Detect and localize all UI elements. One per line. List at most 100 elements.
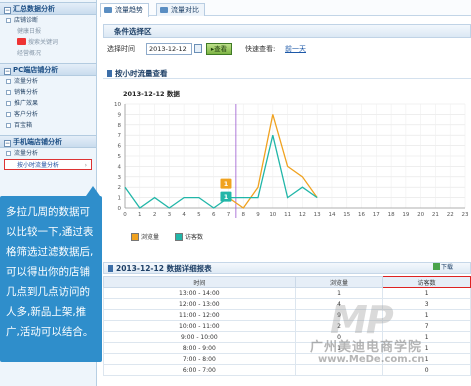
cell-pv [294,364,384,376]
cell-pv: 1 [294,287,384,299]
sidebar-section-title: 汇总数据分析 [13,5,55,13]
watermark-url: www.MeDe.com.cn [318,354,425,365]
calendar-icon[interactable] [194,44,202,53]
cell-uv: 1 [382,309,471,321]
x-tick-label: 22 [447,212,454,218]
x-tick-label: 12 [299,212,306,218]
x-tick-label: 13 [314,212,321,218]
section-bar-icon [107,70,112,77]
sidebar-item-label: 店铺诊断 [14,17,39,24]
column-header-uv[interactable]: 访客数 [382,276,471,288]
x-tick-label: 15 [343,212,350,218]
sidebar-section-title: PC端店铺分析 [13,66,59,74]
hourly-traffic-chart[interactable]: 0123456789100 1 2 3 4 5 6 7 8 9 10 11 12 13 14 15 16 17 18… [103,96,471,246]
sidebar-item-promotion[interactable]: 推广效果 [0,98,96,109]
query-button-label: 查看 [214,45,228,53]
x-tick-label: 10 [269,212,276,218]
cell-time: 12:00 - 13:00 [103,298,296,310]
chevron-right-icon: › [84,162,87,169]
y-tick-label: 8 [118,123,122,129]
y-tick-label: 4 [118,164,122,170]
x-tick-label: 5 [197,212,201,218]
x-tick-label: 18 [388,212,395,218]
condition-header: 条件选择区 [103,24,471,38]
tab-label: 流量趋势 [115,6,143,14]
y-tick-label: 2 [118,185,122,191]
x-tick-label: 2 [153,212,157,218]
sidebar-item-customer[interactable]: 客户分析 [0,109,96,120]
x-tick-label: 20 [417,212,424,218]
sidebar-section-summary[interactable]: − 汇总数据分析 [0,2,96,15]
sidebar-section-mobile[interactable]: − 手机端店铺分析 [0,135,96,148]
callout-tail [86,186,100,196]
sidebar-item-shop-diagnosis[interactable]: 店铺诊断 [0,15,96,26]
tooltip-value: 1 [224,180,229,188]
page-icon [6,79,11,84]
chart-icon [160,7,168,13]
sidebar-item-toolbox[interactable]: 百宝箱 [0,120,96,131]
cell-time: 11:00 - 12:00 [103,309,296,321]
y-tick-label: 6 [118,144,122,150]
x-tick-label: 1 [138,212,142,218]
previous-day-link[interactable]: 前一天 [285,42,306,56]
chart-icon [104,7,112,13]
x-tick-label: 23 [462,212,469,218]
sidebar-item-label: 推广效果 [14,100,39,107]
x-tick-label: 21 [432,212,439,218]
x-tick-label: 14 [328,212,335,218]
page-icon [6,112,11,117]
sidebar-item-search-keywords[interactable]: 搜索关键词 [0,37,96,48]
y-tick-label: 1 [118,196,122,202]
x-tick-label: 6 [212,212,216,218]
x-tick-label: 17 [373,212,380,218]
quick-view-label: 快速查看: [245,45,276,53]
x-tick-label: 19 [402,212,409,218]
table-row: 13:00 - 14:00 1 1 [103,287,471,299]
x-tick-label: 8 [242,212,246,218]
sidebar-item-sales[interactable]: 销售分析 [0,87,96,98]
sidebar-item-overview[interactable]: 经营概况 [0,48,96,59]
date-input[interactable] [146,43,192,55]
legend-swatch [175,233,183,241]
cell-uv: 1 [382,287,471,299]
column-header-pv[interactable]: 浏览量 [294,276,384,288]
page-icon [6,123,11,128]
legend-label: 浏览量 [141,234,160,241]
legend-pv[interactable]: 浏览量 [131,233,159,243]
cell-uv: 3 [382,298,471,310]
query-button[interactable]: ▸查看 [206,43,232,55]
tab-label: 流量对比 [171,6,199,14]
y-tick-label: 0 [118,206,122,212]
sidebar-item-hourly-traffic[interactable]: 按小时流量分析 › [4,159,92,170]
filter-row: 选择时间 ▸查看 快速查看: 前一天 [107,42,471,56]
y-tick-label: 10 [114,102,121,108]
sidebar-item-mobile-traffic[interactable]: 流量分析 [0,148,96,159]
x-tick-label: 11 [284,212,291,218]
tab-traffic-compare[interactable]: 流量对比 [156,3,205,16]
sidebar-section-pc[interactable]: − PC端店铺分析 [0,63,96,76]
table-row: 10:00 - 11:00 2 7 [103,320,471,332]
tab-traffic-trend[interactable]: 流量趋势 [100,3,149,17]
watermark-name: 广州美迪电商学院 [310,340,423,355]
legend-swatch [131,233,139,241]
collapse-icon[interactable]: − [4,140,11,147]
sidebar-item-health-daily[interactable]: 健康日报 [0,26,96,37]
tooltip-value: 1 [224,193,229,201]
collapse-icon[interactable]: − [4,7,11,14]
sidebar-item-label: 客户分析 [14,111,39,118]
section-bar-icon [108,265,113,272]
sidebar-item-label: 销售分析 [14,89,39,96]
legend-uv[interactable]: 访客数 [175,233,203,243]
column-header-time[interactable]: 时间 [103,276,296,288]
page-icon [6,18,11,23]
cell-time: 10:00 - 11:00 [103,320,296,332]
x-tick-label: 7 [227,212,231,218]
sidebar-item-traffic[interactable]: 流量分析 [0,76,96,87]
cell-time: 8:00 - 9:00 [103,342,296,354]
download-button[interactable]: 下载 [433,262,453,271]
download-icon [433,263,440,270]
sidebar-item-label: 搜索关键词 [28,39,59,46]
sidebar-section-title: 手机端店铺分析 [13,138,62,146]
x-tick-label: 0 [123,212,127,218]
collapse-icon[interactable]: − [4,68,11,75]
